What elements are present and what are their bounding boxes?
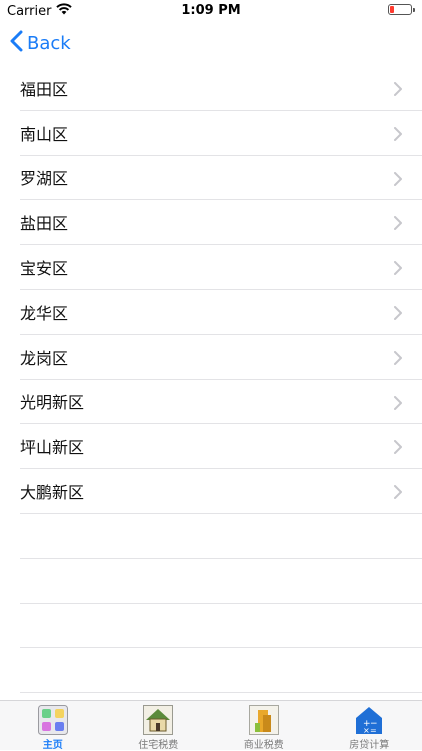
list-item-label: 大鹏新区 <box>20 479 84 503</box>
battery-icon <box>388 4 412 15</box>
svg-text:×: × <box>363 726 370 735</box>
chevron-right-icon <box>394 439 402 458</box>
tab-label: 主页 <box>43 736 63 751</box>
list-item-label: 宝安区 <box>20 255 68 279</box>
house-icon <box>143 705 173 735</box>
list-item[interactable]: 宝安区 <box>20 245 422 290</box>
calculator-house-icon: + − × = <box>354 705 384 735</box>
chevron-right-icon <box>394 260 402 279</box>
list-item-label: 龙华区 <box>20 300 68 324</box>
list-item-label: 龙岗区 <box>20 345 68 369</box>
tab-label: 住宅税费 <box>138 736 178 751</box>
list-item[interactable]: 光明新区 <box>20 380 422 425</box>
empty-row-separator <box>20 514 422 559</box>
tab-mortgage-calculator[interactable]: + − × = 房贷计算 <box>317 701 422 750</box>
status-time: 1:09 PM <box>0 3 422 18</box>
chevron-right-icon <box>394 171 402 190</box>
tab-label: 房贷计算 <box>349 736 389 751</box>
chevron-right-icon <box>394 81 402 100</box>
tab-residential-tax[interactable]: 住宅税费 <box>106 701 212 750</box>
list-item-label: 福田区 <box>20 76 68 100</box>
chevron-left-icon <box>10 30 23 57</box>
chevron-right-icon <box>394 305 402 324</box>
tab-home[interactable]: 主页 <box>0 701 106 750</box>
chevron-right-icon <box>394 215 402 234</box>
list-item-label: 南山区 <box>20 121 68 145</box>
chevron-right-icon <box>394 395 402 414</box>
list-item-label: 坪山新区 <box>20 434 84 458</box>
list-item-label: 光明新区 <box>20 389 84 413</box>
list-item[interactable]: 盐田区 <box>20 200 422 245</box>
empty-row-separator <box>20 648 422 693</box>
list-item-label: 罗湖区 <box>20 165 68 189</box>
status-bar: Carrier 1:09 PM <box>0 0 422 22</box>
tab-commercial-tax[interactable]: 商业税费 <box>211 701 317 750</box>
back-button[interactable]: Back <box>10 30 71 57</box>
list-item-label: 盐田区 <box>20 210 68 234</box>
navigation-bar: Back <box>0 22 422 66</box>
battery-level <box>390 6 394 13</box>
back-label: Back <box>27 33 71 54</box>
battery-tip <box>413 8 415 12</box>
tab-bar: 主页 住宅税费 商业税费 + − <box>0 700 422 750</box>
empty-row-separator <box>20 559 422 604</box>
list-item[interactable]: 坪山新区 <box>20 424 422 469</box>
chevron-right-icon <box>394 126 402 145</box>
list-item[interactable]: 龙岗区 <box>20 335 422 380</box>
chevron-right-icon <box>394 484 402 503</box>
empty-row-separator <box>20 604 422 649</box>
chevron-right-icon <box>394 350 402 369</box>
tab-label: 商业税费 <box>244 736 284 751</box>
svg-text:=: = <box>370 726 377 735</box>
district-list: 福田区 南山区 罗湖区 盐田区 宝安区 龙华区 龙岗区 光明新区 坪山新区 大鹏… <box>0 66 422 693</box>
list-item[interactable]: 大鹏新区 <box>20 469 422 514</box>
home-grid-icon <box>38 705 68 735</box>
status-right <box>388 4 415 15</box>
list-item[interactable]: 南山区 <box>20 111 422 156</box>
list-item[interactable]: 罗湖区 <box>20 156 422 201</box>
list-item[interactable]: 福田区 <box>20 66 422 111</box>
building-icon <box>249 705 279 735</box>
list-item[interactable]: 龙华区 <box>20 290 422 335</box>
